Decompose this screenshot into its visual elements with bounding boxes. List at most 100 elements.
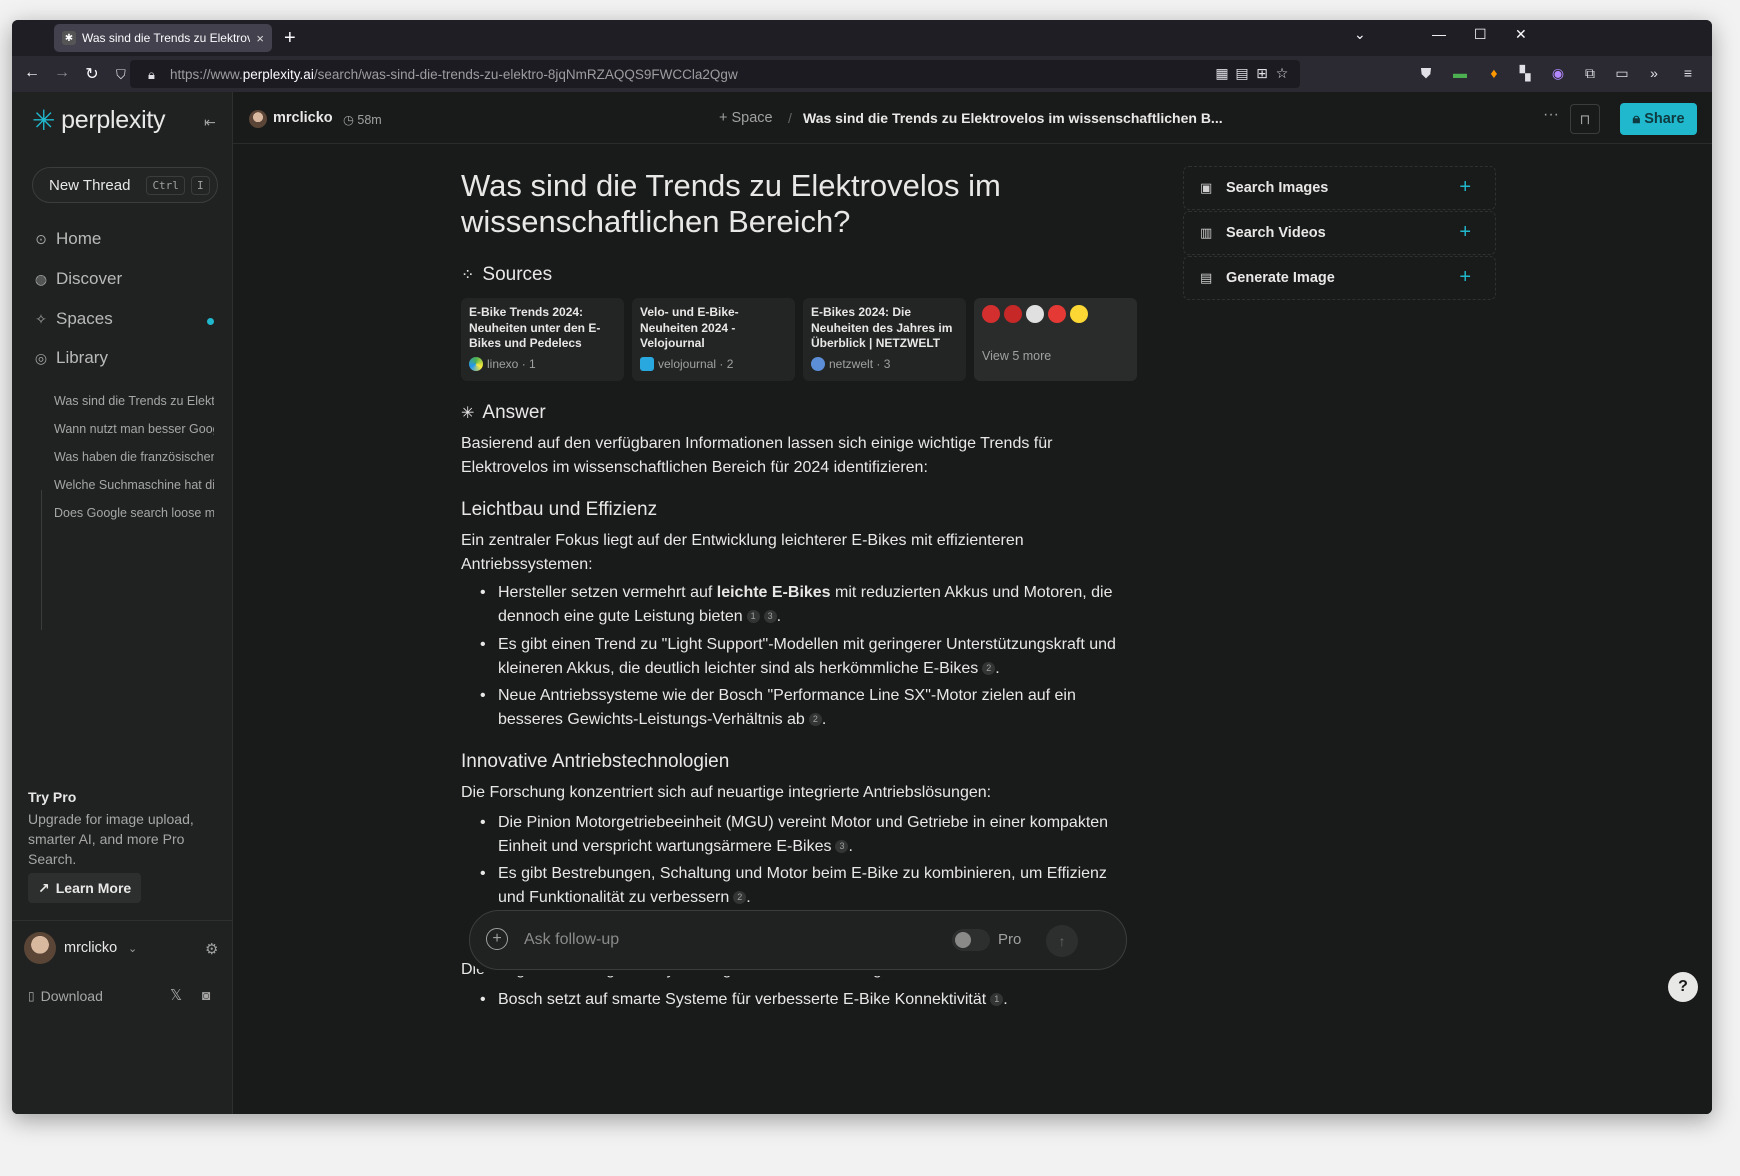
phone-icon: ▯ (28, 989, 35, 1003)
avatar[interactable] (24, 932, 56, 964)
badge-extension-icon[interactable]: ◉ (1550, 65, 1566, 81)
download-label: Download (40, 988, 103, 1004)
header-username[interactable]: mrclicko (273, 110, 333, 126)
pro-toggle[interactable] (952, 929, 990, 951)
citation-badge[interactable]: 2 (733, 891, 747, 904)
collapse-sidebar-icon[interactable]: ⇤ (204, 114, 216, 131)
attach-plus-icon[interactable]: + (486, 928, 508, 950)
window-close-icon[interactable]: ✕ (1515, 26, 1527, 43)
source-card[interactable]: E-Bike Trends 2024: Neuheiten unter den … (461, 298, 624, 381)
qr-code-icon[interactable]: ▦ (1214, 65, 1230, 81)
generate-image-button[interactable]: ▤ Generate Image + (1183, 256, 1496, 300)
search-videos-button[interactable]: ▥ Search Videos + (1183, 211, 1496, 255)
tab-close-icon[interactable]: × (256, 31, 264, 46)
list-item: Es gibt Bestrebungen, Schaltung und Moto… (480, 862, 1128, 910)
fox-extension-icon[interactable]: ♦ (1486, 65, 1502, 81)
new-thread-button[interactable]: New Thread Ctrl I (32, 167, 218, 203)
home-search-icon: ⊙ (35, 230, 47, 247)
browser-window: ✱ Was sind die Trends zu Elektrovelos × … (12, 20, 1712, 1114)
followup-bar: + Pro ↑ (469, 910, 1127, 970)
new-thread-label: New Thread (49, 176, 131, 194)
bullet-text: Neue Antriebssysteme wie der Bosch "Perf… (498, 687, 1076, 728)
list-item: Die Pinion Motorgetriebeeinheit (MGU) ve… (480, 811, 1128, 859)
citation-badge[interactable]: 2 (982, 662, 996, 675)
library-item[interactable]: Does Google search loose market (54, 506, 214, 520)
url-host: perplexity.ai (242, 66, 314, 82)
reload-icon[interactable]: ↻ (82, 64, 102, 84)
lock-icon[interactable]: 🔒︎ (148, 67, 155, 83)
brand-name: perplexity (61, 106, 166, 134)
bullet-text: Bosch setzt auf smarte Systeme für verbe… (498, 991, 987, 1008)
chevron-down-icon[interactable]: ⌄ (128, 942, 137, 955)
discord-icon[interactable]: ◙ (202, 987, 210, 1003)
library-item[interactable]: Was sind die Trends zu Elektrovelos (54, 394, 214, 408)
sidebar-item-discover[interactable]: ◍ Discover (32, 269, 122, 289)
sidebar-divider (12, 920, 232, 921)
source-title: E-Bike Trends 2024: Neuheiten unter den … (469, 305, 601, 350)
citation-badge[interactable]: 1 (746, 610, 760, 623)
tab-title: Was sind die Trends zu Elektrovelos (82, 31, 251, 45)
download-button[interactable]: ▯ Download (28, 988, 103, 1004)
video-icon: ▥ (1200, 225, 1213, 240)
sidebar-item-library[interactable]: ◎ Library (32, 348, 108, 368)
address-bar[interactable]: ⛉ 🔒︎ https://www. perplexity.ai/search/wa… (116, 60, 1300, 88)
header-avatar (249, 110, 267, 128)
source-card[interactable]: Velo- und E-Bike-Neuheiten 2024 - Velojo… (632, 298, 795, 381)
search-videos-label: Search Videos (1226, 225, 1326, 241)
container-icon[interactable]: ▭ (1614, 65, 1630, 81)
plus-icon: + (719, 110, 732, 126)
sidebar-item-home[interactable]: ⊙ Home (32, 229, 101, 249)
learn-more-button[interactable]: ↗ Learn More (28, 873, 142, 903)
grid-extension-icon[interactable]: ▚ (1517, 65, 1533, 81)
overflow-chevrons-icon[interactable]: » (1646, 65, 1662, 81)
view-more-sources-card[interactable]: View 5 more (974, 298, 1137, 381)
help-button[interactable]: ? (1668, 972, 1698, 1002)
breadcrumb-space[interactable]: + Space (719, 110, 773, 126)
pocket-icon[interactable]: ⛊ (1418, 65, 1434, 81)
gear-icon[interactable]: ⚙ (205, 940, 218, 958)
citation-badge[interactable]: 3 (835, 840, 849, 853)
netzwelt-favicon-icon (811, 357, 825, 371)
bookmark-star-icon[interactable]: ☆ (1274, 65, 1290, 81)
hamburger-menu-icon[interactable]: ≡ (1680, 65, 1696, 81)
sidebar-item-label: Spaces (56, 309, 113, 328)
x-twitter-icon[interactable]: 𝕏 (170, 986, 182, 1004)
perplexity-logo[interactable]: ✳ perplexity (32, 104, 165, 137)
sidebar-username[interactable]: mrclicko (64, 940, 117, 956)
reader-view-icon[interactable]: ▤ (1234, 65, 1250, 81)
followup-input[interactable] (524, 927, 924, 953)
source-number: 2 (726, 357, 734, 371)
search-images-button[interactable]: ▣ Search Images + (1183, 166, 1496, 210)
bookmark-icon: ⊓ (1579, 110, 1591, 127)
main-content: mrclicko ◷ 58m + Space / Was sind die Tr… (233, 92, 1712, 1114)
browser-tab[interactable]: ✱ Was sind die Trends zu Elektrovelos × (54, 24, 272, 52)
translate-icon[interactable]: ⊞ (1254, 65, 1270, 81)
answer-intro: Basierend auf den verfügbaren Informatio… (461, 435, 1053, 476)
extensions-puzzle-icon[interactable]: ⧉ (1582, 65, 1598, 81)
forward-arrow-icon[interactable]: → (52, 64, 72, 82)
citation-badge[interactable]: 1 (990, 993, 1004, 1006)
send-button[interactable]: ↑ (1046, 925, 1078, 957)
new-tab-button[interactable]: + (284, 26, 296, 50)
sidebar-item-spaces[interactable]: ✧ Spaces (32, 309, 113, 329)
library-item[interactable]: Was haben die französischen (54, 450, 214, 464)
source-card[interactable]: E-Bikes 2024: Die Neuheiten des Jahres i… (803, 298, 966, 381)
maximize-icon[interactable]: ☐ (1474, 26, 1487, 43)
citation-badge[interactable]: 2 (808, 713, 822, 726)
printer-extension-icon[interactable]: ▬ (1452, 65, 1468, 81)
arrow-up-right-icon: ↗ (38, 879, 50, 896)
minimize-icon[interactable]: — (1432, 26, 1446, 42)
citation-badge[interactable]: 3 (763, 610, 777, 623)
library-item[interactable]: Welche Suchmaschine hat die (54, 478, 214, 492)
url-prefix: https://www. (170, 66, 243, 82)
library-item[interactable]: Wann nutzt man besser Google (54, 422, 214, 436)
velojournal-favicon-icon (640, 357, 654, 371)
shield-icon[interactable]: ⛉ (116, 67, 126, 83)
back-arrow-icon[interactable]: ← (22, 64, 42, 82)
globe-icon: ◍ (34, 270, 48, 287)
search-images-label: Search Images (1226, 180, 1329, 196)
more-options-icon[interactable]: ··· (1543, 106, 1559, 124)
bookmark-button[interactable]: ⊓ (1570, 104, 1600, 134)
share-button[interactable]: 🔒︎ Share (1620, 103, 1697, 135)
tab-list-chevron-icon[interactable]: ⌄ (1354, 26, 1366, 43)
